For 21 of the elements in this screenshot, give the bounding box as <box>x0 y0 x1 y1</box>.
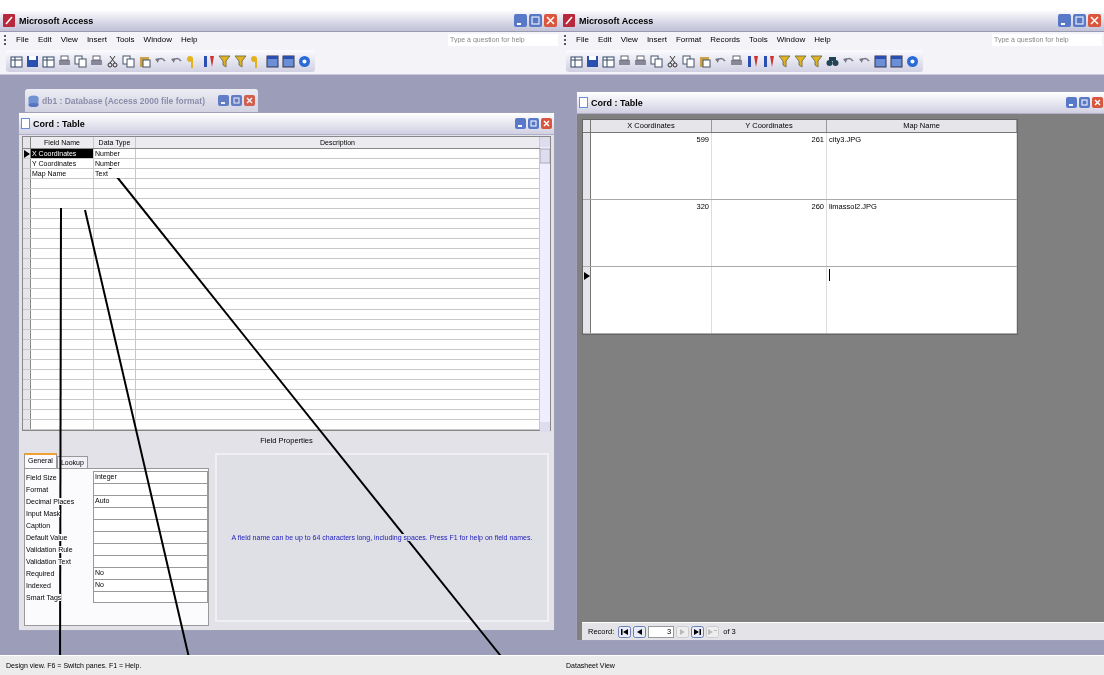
window-title: Microsoft Access <box>19 15 94 26</box>
window-title: Microsoft Access <box>579 15 654 26</box>
menu-item[interactable]: Tools <box>749 35 768 44</box>
menu-item[interactable]: Help <box>814 35 831 44</box>
menu-item[interactable]: View <box>620 35 638 44</box>
menu-item[interactable]: Window <box>143 35 173 44</box>
menu-item[interactable]: Insert <box>86 35 107 44</box>
menu-item[interactable]: File <box>16 35 29 44</box>
menu-item[interactable]: Records <box>710 35 741 44</box>
window-title: Cord : Table <box>33 118 85 129</box>
menu-item[interactable]: File <box>576 35 589 44</box>
menu-item[interactable]: Window <box>776 35 806 44</box>
menu-item[interactable]: Insert <box>646 35 667 44</box>
menu-item[interactable]: Format <box>675 35 702 44</box>
window-title: db1 : Database (Access 2000 file format) <box>42 95 205 106</box>
menu-item[interactable]: Edit <box>597 35 612 44</box>
window-title: Cord : Table <box>591 97 643 108</box>
menu-item[interactable]: Help <box>181 35 198 44</box>
menu-item[interactable]: Tools <box>115 35 135 44</box>
menu-item[interactable]: View <box>60 35 78 44</box>
menu-item[interactable]: Edit <box>37 35 52 44</box>
